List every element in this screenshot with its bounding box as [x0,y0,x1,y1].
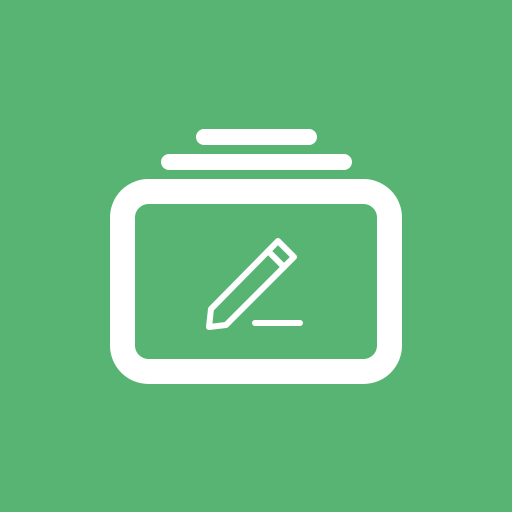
card-frame [110,179,402,384]
app-icon-tile[interactable] [0,0,512,512]
stack-sheet-back [196,129,317,145]
notes-stack-edit-icon [110,129,402,384]
stack-sheet-middle [161,154,352,170]
pencil-icon [206,238,297,330]
